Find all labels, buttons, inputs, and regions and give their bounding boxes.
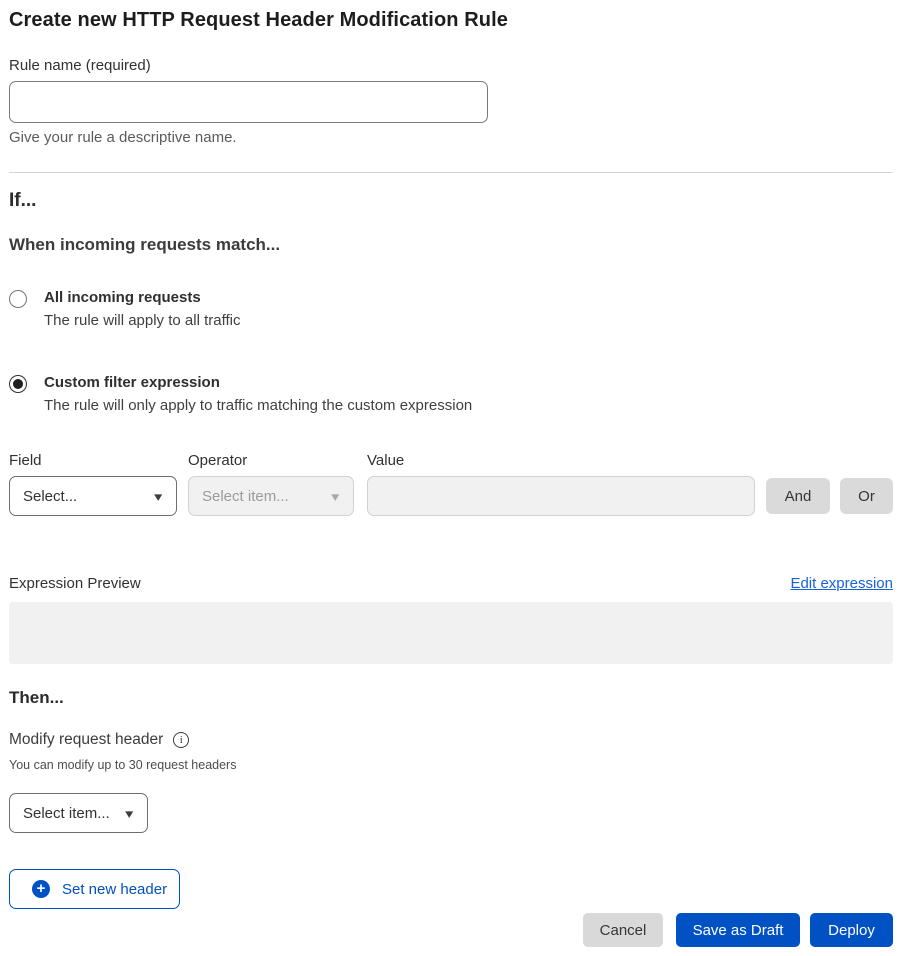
radio-button-unselected[interactable] xyxy=(9,290,27,308)
operator-select-value: Select item... xyxy=(202,488,289,505)
rule-name-label: Rule name (required) xyxy=(9,57,893,74)
chevron-down-icon: ▾ xyxy=(126,807,134,820)
field-label: Field xyxy=(9,452,188,469)
expression-preview-label: Expression Preview xyxy=(9,575,141,592)
and-button[interactable]: And xyxy=(766,478,830,514)
radio-desc-all-requests: The rule will apply to all traffic xyxy=(44,312,240,329)
header-item-select-value: Select item... xyxy=(23,805,110,822)
radio-desc-custom-expression: The rule will only apply to traffic matc… xyxy=(44,397,472,414)
then-heading: Then... xyxy=(9,688,893,708)
chevron-down-icon: ▾ xyxy=(155,490,163,503)
value-label: Value xyxy=(367,452,893,469)
builder-row: Select... ▾ Select item... ▾ And Or xyxy=(9,476,893,516)
radio-option-texts: Custom filter expression The rule will o… xyxy=(44,374,472,414)
cancel-button[interactable]: Cancel xyxy=(583,913,663,947)
rule-name-input[interactable] xyxy=(9,81,488,123)
operator-label: Operator xyxy=(188,452,367,469)
builder-labels: Field Operator Value xyxy=(9,452,893,469)
expression-preview-header: Expression Preview Edit expression xyxy=(9,575,893,592)
expression-preview-box xyxy=(9,602,893,664)
save-as-draft-button[interactable]: Save as Draft xyxy=(676,913,800,947)
field-select-value: Select... xyxy=(23,488,77,505)
rule-name-helper: Give your rule a descriptive name. xyxy=(9,129,893,146)
match-subheading: When incoming requests match... xyxy=(9,235,893,255)
operator-select: Select item... ▾ xyxy=(188,476,354,516)
set-new-header-label: Set new header xyxy=(62,881,167,898)
set-new-header-button[interactable]: + Set new header xyxy=(9,869,180,909)
field-select[interactable]: Select... ▾ xyxy=(9,476,177,516)
modify-header-row: Modify request header i xyxy=(9,731,893,749)
value-input xyxy=(367,476,755,516)
if-heading: If... xyxy=(9,190,893,212)
expression-builder: Field Operator Value Select... ▾ Select … xyxy=(9,452,893,516)
or-button[interactable]: Or xyxy=(840,478,893,514)
radio-option-all-requests[interactable]: All incoming requests The rule will appl… xyxy=(9,289,893,329)
radio-option-texts: All incoming requests The rule will appl… xyxy=(44,289,240,329)
plus-icon: + xyxy=(32,880,50,898)
footer-actions: Cancel Save as Draft Deploy xyxy=(9,913,893,947)
section-divider xyxy=(9,172,893,173)
radio-option-custom-expression[interactable]: Custom filter expression The rule will o… xyxy=(9,374,893,414)
page-title: Create new HTTP Request Header Modificat… xyxy=(9,0,893,32)
radio-label-custom-expression: Custom filter expression xyxy=(44,374,472,391)
edit-expression-link[interactable]: Edit expression xyxy=(790,575,893,592)
modify-header-helper: You can modify up to 30 request headers xyxy=(9,758,893,772)
create-rule-form: Create new HTTP Request Header Modificat… xyxy=(0,0,899,947)
radio-button-selected[interactable] xyxy=(9,375,27,393)
deploy-button[interactable]: Deploy xyxy=(810,913,893,947)
modify-header-label: Modify request header xyxy=(9,731,163,749)
radio-label-all-requests: All incoming requests xyxy=(44,289,240,306)
chevron-down-icon: ▾ xyxy=(332,490,340,503)
info-icon[interactable]: i xyxy=(173,732,189,748)
header-item-select[interactable]: Select item... ▾ xyxy=(9,793,148,833)
